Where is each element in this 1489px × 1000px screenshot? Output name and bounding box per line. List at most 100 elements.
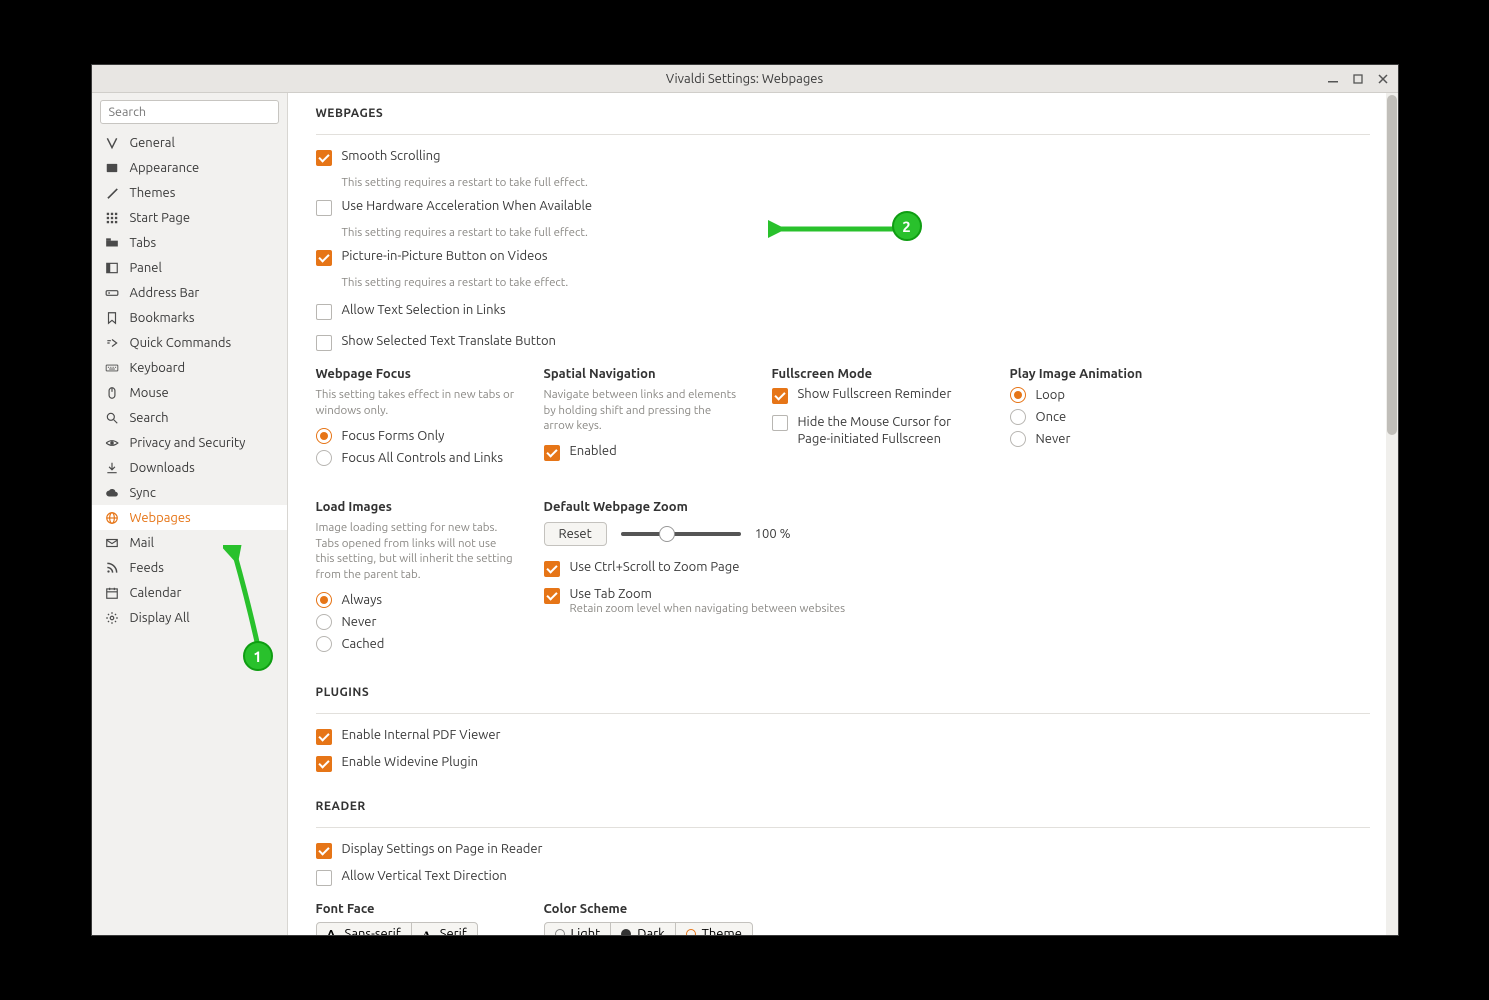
quick-icon [104,335,120,351]
privacy-icon [104,435,120,451]
gear-icon [104,610,120,626]
tabzoom-checkbox[interactable] [544,588,560,604]
sidebar-item-addressbar[interactable]: Address Bar [92,280,287,305]
pip-desc: This setting requires a restart to take … [342,276,1370,289]
close-button[interactable] [1372,68,1394,90]
webpage-focus-heading: Webpage Focus [316,367,516,381]
fontface-group: ASans-serif ASerif [316,922,478,935]
grid-icon [104,210,120,226]
sidebar-item-label: Address Bar [130,286,200,300]
window-body: GeneralAppearance Themes Start Page Tabs Pan… [92,93,1398,935]
theme-icon [686,929,696,935]
reader-vertical-checkbox[interactable] [316,870,332,886]
search-input[interactable] [100,100,279,124]
sidebar-item-sync[interactable]: Sync [92,480,287,505]
textsel-label: Allow Text Selection in Links [342,303,506,317]
animation-never-radio[interactable]: Never [1010,431,1210,447]
sidebar-item-label: Panel [130,261,162,275]
sidebar-item-label: Webpages [130,511,191,525]
widevine-checkbox[interactable] [316,756,332,772]
bookmark-icon [104,310,120,326]
sidebar-item-mouse[interactable]: Mouse [92,380,287,405]
fullscreen-hidecursor-checkbox[interactable] [772,415,788,431]
scrollbar[interactable] [1386,93,1398,935]
sidebar-item-tabs[interactable]: Tabs [92,230,287,255]
globe-icon [104,510,120,526]
spatial-enabled-checkbox[interactable] [544,445,560,461]
focus-all-radio[interactable]: Focus All Controls and Links [316,450,516,466]
colorscheme-group: Light Dark Theme [544,922,753,935]
zoom-reset-button[interactable]: Reset [544,522,607,546]
tabzoom-desc: Retain zoom level when navigating betwee… [570,602,974,617]
divider [316,713,1370,714]
smooth-scrolling-label: Smooth Scrolling [342,149,441,163]
sidebar-item-panel[interactable]: Panel [92,255,287,280]
sidebar-item-label: Display All [130,611,190,625]
sidebar-item-label: Start Page [130,211,191,225]
section-webpages-heading: WEBPAGES [316,107,1370,120]
scrollbar-thumb[interactable] [1387,95,1397,435]
sidebar-item-webpages[interactable]: Webpages [92,505,287,530]
colorscheme-theme-button[interactable]: Theme [676,923,752,935]
sidebar-item-label: Search [130,411,169,425]
tabs-icon [104,235,120,251]
loadimages-never-radio[interactable]: Never [316,614,516,630]
fontface-serif-button[interactable]: ASerif [412,923,477,935]
translate-checkbox[interactable] [316,335,332,351]
fullscreen-reminder-checkbox[interactable] [772,388,788,404]
fontface-heading: Font Face [316,902,516,916]
calendar-icon [104,585,120,601]
fontface-sans-button[interactable]: ASans-serif [317,923,412,935]
smooth-scrolling-checkbox[interactable] [316,150,332,166]
colorscheme-light-button[interactable]: Light [545,923,612,935]
sidebar-item-search[interactable]: Search [92,405,287,430]
sidebar-item-bookmarks[interactable]: Bookmarks [92,305,287,330]
pip-checkbox[interactable] [316,250,332,266]
zoom-value: 100 % [755,527,791,541]
sidebar-item-label: Feeds [130,561,164,575]
download-icon [104,460,120,476]
pdf-checkbox[interactable] [316,729,332,745]
section-reader-heading: READER [316,800,1370,813]
sidebar-item-privacy[interactable]: Privacy and Security [92,430,287,455]
ctrlscroll-checkbox[interactable] [544,561,560,577]
v-icon [104,135,120,151]
sidebar-item-appearance[interactable]: Appearance [92,155,287,180]
keyboard-icon [104,360,120,376]
panel-icon [104,260,120,276]
maximize-button[interactable] [1347,68,1369,90]
divider [316,827,1370,828]
zoom-slider-thumb[interactable] [659,526,675,542]
titlebar: Vivaldi Settings: Webpages [92,65,1398,93]
serif-icon: A [422,928,434,935]
window-title: Vivaldi Settings: Webpages [92,72,1398,86]
sidebar-item-quickcommands[interactable]: Quick Commands [92,330,287,355]
loadimages-cached-radio[interactable]: Cached [316,636,516,652]
colorscheme-dark-button[interactable]: Dark [611,923,675,935]
textsel-checkbox[interactable] [316,304,332,320]
sidebar-item-general[interactable]: General [92,130,287,155]
loadimages-desc: Image loading setting for new tabs. Tabs… [316,520,516,582]
sidebar-item-label: Downloads [130,461,195,475]
animation-once-radio[interactable]: Once [1010,409,1210,425]
sidebar-item-keyboard[interactable]: Keyboard [92,355,287,380]
animation-loop-radio[interactable]: Loop [1010,387,1210,403]
reader-display-checkbox[interactable] [316,843,332,859]
sidebar-item-startpage[interactable]: Start Page [92,205,287,230]
loadimages-always-radio[interactable]: Always [316,592,516,608]
pip-label: Picture-in-Picture Button on Videos [342,249,548,263]
content-area[interactable]: WEBPAGES Smooth Scrolling This setting r… [288,93,1398,935]
light-icon [555,929,565,935]
minimize-button[interactable] [1322,68,1344,90]
sidebar-item-themes[interactable]: Themes [92,180,287,205]
sidebar-item-downloads[interactable]: Downloads [92,455,287,480]
zoom-slider[interactable] [621,532,741,536]
spatial-desc: Navigate between links and elements by h… [544,387,744,434]
hwaccel-label: Use Hardware Acceleration When Available [342,199,593,213]
sidebar-item-label: Tabs [130,236,157,250]
hwaccel-checkbox[interactable] [316,200,332,216]
focus-forms-radio[interactable]: Focus Forms Only [316,428,516,444]
spatial-heading: Spatial Navigation [544,367,744,381]
sidebar-item-label: Themes [130,186,176,200]
annotation-marker-1: 1 [243,641,273,671]
